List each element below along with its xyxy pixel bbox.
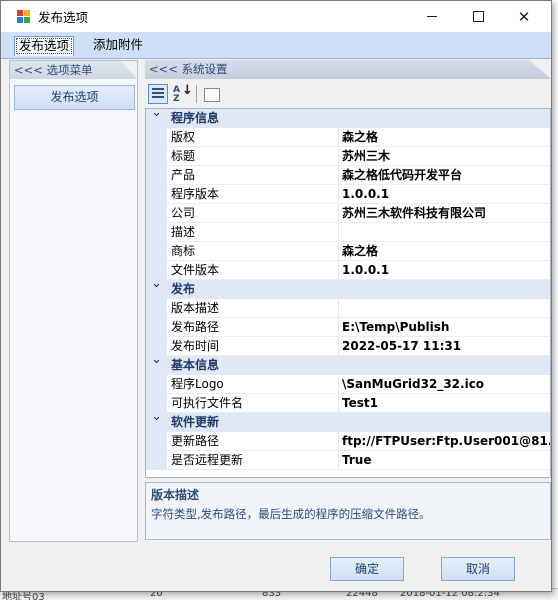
collapse-chevron-icon[interactable]	[151, 352, 163, 375]
collapse-chevron-icon[interactable]	[151, 409, 163, 432]
property-value[interactable]: 苏州三木	[339, 147, 550, 166]
app-icon	[17, 9, 31, 24]
category-row[interactable]: 软件更新	[146, 409, 550, 432]
row-gutter	[146, 223, 167, 242]
system-settings-header: <<< 系统设置	[145, 60, 551, 79]
collapse-chevron-icon[interactable]	[151, 109, 163, 128]
category-name: 基本信息	[171, 358, 220, 372]
property-value[interactable]: \SanMuGrid32_32.ico	[339, 375, 550, 394]
property-value[interactable]: Test1	[339, 394, 550, 413]
close-button[interactable]: ✕	[501, 1, 547, 32]
cancel-button[interactable]: 取消	[441, 557, 515, 581]
tab-publish-options[interactable]: 发布选项	[14, 36, 75, 56]
property-value[interactable]: ftp://FTPUser:Ftp.User001@81.69.2	[339, 432, 550, 451]
property-value[interactable]: 1.0.0.1	[339, 261, 550, 280]
property-name: 程序Logo	[167, 375, 339, 394]
publish-options-dialog: 发布选项 ✕ 发布选项 添加附件 <<< 选项菜单 发布选项 <<< 系统设置 …	[0, 0, 552, 592]
property-name: 版权	[167, 128, 339, 147]
property-row[interactable]: 文件版本 1.0.0.1	[146, 261, 550, 280]
tab-add-attachments[interactable]: 添加附件	[89, 36, 147, 56]
row-gutter	[146, 166, 167, 185]
sort-icon-z: Z	[173, 94, 180, 104]
property-row[interactable]: 商标 森之格	[146, 242, 550, 261]
toolbar-divider	[196, 85, 197, 103]
category-row[interactable]: 基本信息	[146, 352, 550, 375]
property-value[interactable]: E:\Temp\Publish	[339, 318, 550, 337]
property-name: 是否远程更新	[167, 451, 339, 470]
category-row[interactable]: 程序信息	[146, 109, 550, 128]
property-value[interactable]: 苏州三木软件科技有限公司	[339, 204, 550, 223]
property-name: 版本描述	[167, 299, 339, 318]
property-row[interactable]: 程序Logo \SanMuGrid32_32.ico	[146, 375, 550, 394]
help-description: 字符类型,发布路径，最后生成的程序的压缩文件路径。	[151, 507, 431, 521]
property-name: 文件版本	[167, 261, 339, 280]
property-name: 产品	[167, 166, 339, 185]
property-pages-button[interactable]	[201, 84, 221, 104]
property-name: 公司	[167, 204, 339, 223]
row-gutter	[146, 318, 167, 337]
property-name: 发布时间	[167, 337, 339, 356]
property-value[interactable]: 森之格	[339, 128, 550, 147]
property-row[interactable]: 发布时间 2022-05-17 11:31	[146, 337, 550, 356]
property-row[interactable]: 发布路径 E:\Temp\Publish	[146, 318, 550, 337]
row-gutter	[146, 242, 167, 261]
property-value[interactable]: 2022-05-17 11:31	[339, 337, 550, 356]
property-row[interactable]: 描述	[146, 223, 550, 242]
window-title: 发布选项	[38, 10, 89, 25]
row-gutter	[146, 451, 167, 470]
property-name: 商标	[167, 242, 339, 261]
row-gutter	[146, 185, 167, 204]
title-bar[interactable]: 发布选项 ✕	[1, 1, 551, 32]
property-value[interactable]: 1.0.0.1	[339, 185, 550, 204]
options-menu-header: <<< 选项菜单	[10, 61, 137, 79]
property-value[interactable]: True	[339, 451, 550, 470]
tab-strip: 发布选项 添加附件	[1, 32, 551, 59]
maximize-button[interactable]	[455, 1, 501, 32]
options-menu-pane: <<< 选项菜单 发布选项	[9, 60, 138, 542]
property-row[interactable]: 产品 森之格低代码开发平台	[146, 166, 550, 185]
property-row[interactable]: 是否远程更新 True	[146, 451, 550, 470]
menu-item-publish-options[interactable]: 发布选项	[14, 85, 135, 110]
help-title: 版本描述	[151, 488, 200, 502]
property-name: 更新路径	[167, 432, 339, 451]
property-value[interactable]: 森之格低代码开发平台	[339, 166, 550, 185]
property-name: 程序版本	[167, 185, 339, 204]
row-gutter	[146, 299, 167, 318]
property-row[interactable]: 版权 森之格	[146, 128, 550, 147]
property-row[interactable]: 可执行文件名 Test1	[146, 394, 550, 413]
alphabetical-sort-button[interactable]: A Z	[171, 84, 193, 104]
property-value[interactable]	[339, 299, 550, 318]
row-gutter	[146, 128, 167, 147]
property-name: 可执行文件名	[167, 394, 339, 413]
help-panel: 版本描述 字符类型,发布路径，最后生成的程序的压缩文件路径。	[145, 482, 551, 540]
category-row[interactable]: 发布	[146, 276, 550, 299]
row-gutter	[146, 204, 167, 223]
property-grid-toolbar: A Z	[145, 82, 551, 106]
property-row[interactable]: 标题 苏州三木	[146, 147, 550, 166]
system-settings-pane: <<< 系统设置 A Z 程序信息版权森之格标题苏州三木产品森之格低代码开发平台…	[145, 60, 551, 542]
row-gutter	[146, 147, 167, 166]
property-value[interactable]: 森之格	[339, 242, 550, 261]
minimize-button[interactable]	[409, 1, 455, 32]
property-row[interactable]: 公司 苏州三木软件科技有限公司	[146, 204, 550, 223]
category-name: 发布	[171, 282, 196, 296]
collapse-chevron-icon[interactable]	[151, 276, 163, 299]
property-name: 标题	[167, 147, 339, 166]
property-name: 发布路径	[167, 318, 339, 337]
row-gutter	[146, 432, 167, 451]
property-row[interactable]: 版本描述	[146, 299, 550, 318]
category-name: 软件更新	[171, 415, 220, 429]
row-gutter	[146, 375, 167, 394]
property-value[interactable]	[339, 223, 550, 242]
ok-button[interactable]: 确定	[330, 557, 404, 581]
property-row[interactable]: 更新路径ftp://FTPUser:Ftp.User001@81.69.2	[146, 432, 550, 451]
categorized-view-button[interactable]	[148, 84, 168, 104]
category-name: 程序信息	[171, 111, 220, 125]
property-grid[interactable]: 程序信息版权森之格标题苏州三木产品森之格低代码开发平台程序版本1.0.0.1公司…	[145, 108, 551, 478]
property-name: 描述	[167, 223, 339, 242]
property-row[interactable]: 程序版本 1.0.0.1	[146, 185, 550, 204]
